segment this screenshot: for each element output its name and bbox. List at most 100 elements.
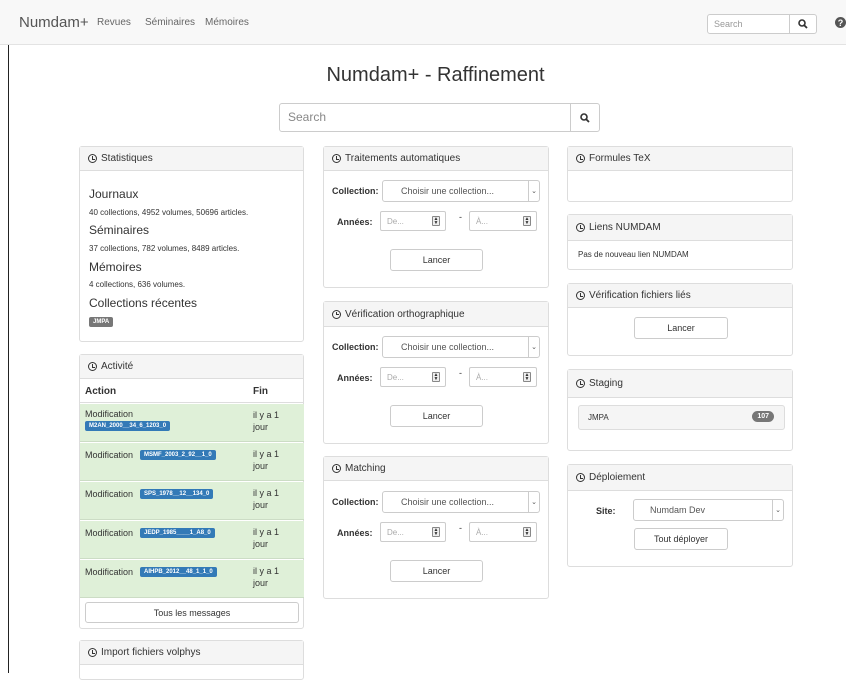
action-text: Modification (85, 409, 134, 419)
window-frame-edge (8, 44, 9, 673)
panel-title: Déploiement (589, 472, 646, 483)
article-badge[interactable]: MSMF_2003_2_92__1_0 (140, 450, 216, 460)
clock-icon (332, 154, 341, 163)
spinner-icon[interactable]: ▲ ▼ (523, 372, 531, 382)
chevron-down-icon: ⌄ (772, 500, 783, 520)
action-text: Modification (85, 528, 134, 538)
collection-label: Collection: (332, 497, 379, 507)
panel-heading: Traitements automatiques (324, 147, 548, 171)
main-search-input[interactable]: Search (279, 103, 571, 132)
clock-icon (576, 379, 585, 388)
liens-status-text: Pas de nouveau lien NUMDAM (578, 250, 689, 259)
chevron-down-icon: ⌄ (528, 492, 539, 512)
search-icon (798, 19, 808, 29)
spinner-icon[interactable]: ▲ ▼ (523, 216, 531, 226)
fin-line: jour (253, 422, 269, 432)
collection-select[interactable]: Choisir une collection... ⌄ (382, 491, 540, 513)
fin-line: il y a 1 (253, 488, 280, 498)
fin-text: il y a 1 jour (253, 409, 279, 433)
navbar-search-button[interactable] (789, 14, 817, 34)
range-separator: - (459, 368, 462, 378)
spinner-icon[interactable]: ▲ ▼ (432, 372, 440, 382)
nav-link-seminaires[interactable]: Séminaires (145, 17, 195, 28)
site-select[interactable]: Numdam Dev ⌄ (633, 499, 784, 521)
launch-button[interactable]: Lancer (390, 249, 483, 271)
fin-line: jour (253, 500, 269, 510)
table-row: Modification M2AN_2000__34_6_1203_0 il y… (80, 404, 304, 442)
clock-icon (576, 223, 585, 232)
nav-link-memoires[interactable]: Mémoires (205, 17, 249, 28)
fin-line: il y a 1 (253, 410, 280, 420)
navbar-search-input[interactable]: Search (707, 14, 790, 34)
panel-heading: Statistiques (80, 147, 303, 171)
stat-journaux-heading: Journaux (89, 187, 139, 201)
year-from-placeholder: De... (387, 528, 404, 537)
panel-heading: Déploiement (568, 465, 792, 491)
table-row: Modification AIHPB_2012__48_1_1_0 il y a… (80, 560, 304, 598)
staging-count-badge: 107 (752, 411, 774, 422)
deploy-all-button[interactable]: Tout déployer (634, 528, 728, 550)
panel-matching: Matching Collection: Choisir une collect… (323, 456, 549, 599)
fin-line: jour (253, 539, 269, 549)
staging-item[interactable]: JMPA 107 (578, 405, 785, 430)
panel-heading: Vérification fichiers liés (568, 284, 792, 308)
collection-select-value: Choisir une collection... (401, 342, 495, 352)
clock-icon (88, 154, 97, 163)
collection-select[interactable]: Choisir une collection... ⌄ (382, 336, 540, 358)
all-messages-button[interactable]: Tous les messages (85, 602, 299, 623)
year-to-input[interactable]: À... ▲ ▼ (469, 522, 537, 542)
year-from-input[interactable]: De... ▲ ▼ (380, 367, 446, 387)
year-to-input[interactable]: À... ▲ ▼ (469, 211, 537, 231)
fin-line: il y a 1 (253, 527, 280, 537)
panel-title: Liens NUMDAM (589, 222, 661, 233)
panel-traitements-automatiques: Traitements automatiques Collection: Cho… (323, 146, 549, 288)
panel-heading: Vérification orthographique (324, 302, 548, 327)
brand-link[interactable]: Numdam+ (19, 14, 89, 31)
search-icon (580, 112, 590, 123)
launch-button[interactable]: Lancer (634, 317, 728, 339)
panel-title: Import fichiers volphys (101, 647, 201, 658)
year-from-input[interactable]: De... ▲ ▼ (380, 211, 446, 231)
panel-title: Activité (101, 361, 134, 372)
panel-title: Formules TeX (589, 153, 651, 164)
spinner-icon[interactable]: ▲ ▼ (432, 527, 440, 537)
panel-statistiques: Statistiques Journaux 40 collections, 49… (79, 146, 304, 342)
table-row: Modification MSMF_2003_2_92__1_0 il y a … (80, 443, 304, 481)
fin-line: il y a 1 (253, 566, 280, 576)
table-row: Modification SPS_1978__12__134_0 il y a … (80, 482, 304, 520)
panel-formules-tex: Formules TeX (567, 146, 793, 202)
page-title: Numdam+ - Raffinement (326, 64, 545, 86)
fin-line: il y a 1 (253, 449, 280, 459)
year-to-input[interactable]: À... ▲ ▼ (469, 367, 537, 387)
action-text: Modification (85, 567, 134, 577)
panel-verification-orthographique: Vérification orthographique Collection: … (323, 301, 549, 444)
collection-select[interactable]: Choisir une collection... ⌄ (382, 180, 540, 202)
help-icon[interactable]: ? (835, 17, 846, 28)
article-badge[interactable]: JEDP_1985____1_A8_0 (140, 528, 215, 538)
panel-deploiement: Déploiement Site: Numdam Dev ⌄ Tout déplo… (567, 464, 793, 567)
chevron-down-icon: ⌄ (528, 181, 539, 201)
spinner-icon[interactable]: ▲ ▼ (523, 527, 531, 537)
action-text: Modification (85, 489, 134, 499)
nav-link-revues[interactable]: Revues (97, 17, 131, 28)
year-from-placeholder: De... (387, 217, 404, 226)
main-search-button[interactable] (570, 103, 600, 132)
launch-button[interactable]: Lancer (390, 560, 483, 582)
article-badge[interactable]: M2AN_2000__34_6_1203_0 (85, 421, 171, 431)
launch-button[interactable]: Lancer (390, 405, 483, 427)
article-badge[interactable]: SPS_1978__12__134_0 (140, 489, 214, 499)
table-row: Modification JEDP_1985____1_A8_0 il y a … (80, 521, 304, 559)
panel-heading: Matching (324, 457, 548, 481)
site-label: Site: (596, 506, 616, 516)
spinner-icon[interactable]: ▲ ▼ (432, 216, 440, 226)
fin-text: il y a 1 jour (253, 448, 279, 472)
stat-journaux-text: 40 collections, 4952 volumes, 50696 arti… (89, 208, 249, 217)
fin-text: il y a 1 jour (253, 526, 279, 550)
panel-title: Vérification fichiers liés (589, 290, 691, 301)
column-header-action: Action (85, 386, 117, 397)
article-badge[interactable]: AIHPB_2012__48_1_1_0 (140, 567, 217, 577)
year-from-input[interactable]: De... ▲ ▼ (380, 522, 446, 542)
site-select-value: Numdam Dev (650, 505, 706, 515)
fin-text: il y a 1 jour (253, 487, 279, 511)
collection-badge-jmpa[interactable]: JMPA (89, 317, 114, 327)
